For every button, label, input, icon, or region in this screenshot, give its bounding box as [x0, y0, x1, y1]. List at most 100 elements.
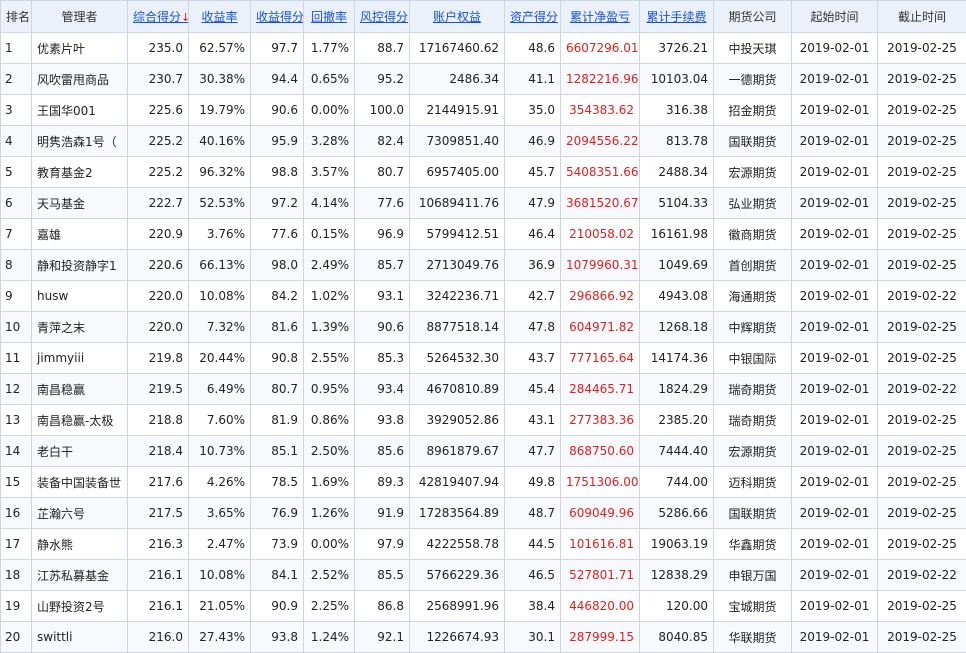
- cell-total-score: 219.8: [128, 343, 189, 374]
- table-row: 5教育基金2225.296.32%98.83.57%80.76957405.00…: [1, 157, 966, 188]
- cell-return-rate: 2.47%: [189, 529, 251, 560]
- cell-total-score: 220.0: [128, 312, 189, 343]
- cell-manager[interactable]: 江苏私募基金: [32, 560, 128, 591]
- cell-manager[interactable]: 明隽浩森1号（: [32, 126, 128, 157]
- table-row: 7嘉雄220.93.76%77.60.15%96.95799412.5146.4…: [1, 219, 966, 250]
- cell-total-score: 225.2: [128, 126, 189, 157]
- cell-start: 2019-02-01: [792, 498, 878, 529]
- cell-equity: 1226674.93: [410, 622, 505, 653]
- cell-drawdown: 0.65%: [304, 64, 355, 95]
- cell-fees: 10103.04: [640, 64, 714, 95]
- cell-rank: 2: [1, 64, 32, 95]
- cell-manager[interactable]: 南昌稳赢: [32, 374, 128, 405]
- table-row: 10青萍之末220.07.32%81.61.39%90.68877518.144…: [1, 312, 966, 343]
- cell-rank: 4: [1, 126, 32, 157]
- cell-end: 2019-02-25: [878, 498, 966, 529]
- cell-return-rate: 7.32%: [189, 312, 251, 343]
- cell-manager[interactable]: 优素片叶: [32, 33, 128, 64]
- table-row: 15装备中国装备世217.64.26%78.51.69%89.342819407…: [1, 467, 966, 498]
- column-header-drawdown[interactable]: 回撤率: [304, 1, 355, 33]
- cell-asset-score: 49.8: [505, 467, 561, 498]
- cell-fees: 2385.20: [640, 405, 714, 436]
- column-header-equity[interactable]: 账户权益: [410, 1, 505, 33]
- cell-manager[interactable]: 静水熊: [32, 529, 128, 560]
- cell-end: 2019-02-22: [878, 374, 966, 405]
- table-header: 排名管理者综合得分↓收益率收益得分回撤率风控得分账户权益资产得分累计净盈亏累计手…: [1, 1, 966, 33]
- cell-drawdown: 1.77%: [304, 33, 355, 64]
- cell-return-rate: 4.26%: [189, 467, 251, 498]
- cell-manager[interactable]: swittli: [32, 622, 128, 653]
- cell-manager[interactable]: 山野投资2号: [32, 591, 128, 622]
- cell-manager[interactable]: 静和投资静字1: [32, 250, 128, 281]
- cell-manager[interactable]: 嘉雄: [32, 219, 128, 250]
- cell-drawdown: 1.39%: [304, 312, 355, 343]
- cell-rank: 6: [1, 188, 32, 219]
- cell-rank: 1: [1, 33, 32, 64]
- cell-manager[interactable]: 天马基金: [32, 188, 128, 219]
- cell-end: 2019-02-25: [878, 436, 966, 467]
- cell-net-profit: 446820.00: [561, 591, 640, 622]
- cell-fees: 14174.36: [640, 343, 714, 374]
- cell-return-rate: 10.73%: [189, 436, 251, 467]
- column-header-risk-score[interactable]: 风控得分: [355, 1, 410, 33]
- cell-start: 2019-02-01: [792, 219, 878, 250]
- cell-manager[interactable]: 南昌稳赢-太极: [32, 405, 128, 436]
- cell-net-profit: 1079960.31: [561, 250, 640, 281]
- cell-fees: 316.38: [640, 95, 714, 126]
- cell-risk-score: 93.4: [355, 374, 410, 405]
- cell-risk-score: 93.1: [355, 281, 410, 312]
- column-header-fees[interactable]: 累计手续费: [640, 1, 714, 33]
- column-header-total-score[interactable]: 综合得分↓: [128, 1, 189, 33]
- column-header-return-score[interactable]: 收益得分: [251, 1, 304, 33]
- cell-total-score: 218.4: [128, 436, 189, 467]
- cell-start: 2019-02-01: [792, 467, 878, 498]
- cell-manager[interactable]: jimmyiii: [32, 343, 128, 374]
- cell-start: 2019-02-01: [792, 250, 878, 281]
- column-header-start: 起始时间: [792, 1, 878, 33]
- cell-equity: 8877518.14: [410, 312, 505, 343]
- column-header-net-profit[interactable]: 累计净盈亏: [561, 1, 640, 33]
- cell-risk-score: 97.9: [355, 529, 410, 560]
- cell-manager[interactable]: 老白干: [32, 436, 128, 467]
- cell-asset-score: 44.5: [505, 529, 561, 560]
- cell-drawdown: 4.14%: [304, 188, 355, 219]
- cell-drawdown: 0.00%: [304, 95, 355, 126]
- cell-start: 2019-02-01: [792, 95, 878, 126]
- cell-risk-score: 80.7: [355, 157, 410, 188]
- header-row: 排名管理者综合得分↓收益率收益得分回撤率风控得分账户权益资产得分累计净盈亏累计手…: [1, 1, 966, 33]
- cell-net-profit: 6607296.01: [561, 33, 640, 64]
- cell-manager[interactable]: 风吹雷甩商品: [32, 64, 128, 95]
- cell-manager[interactable]: 教育基金2: [32, 157, 128, 188]
- cell-end: 2019-02-25: [878, 126, 966, 157]
- cell-return-rate: 20.44%: [189, 343, 251, 374]
- cell-return-rate: 21.05%: [189, 591, 251, 622]
- cell-manager[interactable]: 装备中国装备世: [32, 467, 128, 498]
- cell-equity: 5799412.51: [410, 219, 505, 250]
- sort-desc-icon: ↓: [181, 11, 188, 24]
- cell-manager[interactable]: husw: [32, 281, 128, 312]
- cell-equity: 2568991.96: [410, 591, 505, 622]
- cell-asset-score: 47.7: [505, 436, 561, 467]
- cell-broker: 申银万国: [714, 560, 792, 591]
- cell-drawdown: 3.28%: [304, 126, 355, 157]
- cell-manager[interactable]: 芷瀚六号: [32, 498, 128, 529]
- cell-return-rate: 62.57%: [189, 33, 251, 64]
- cell-manager[interactable]: 青萍之末: [32, 312, 128, 343]
- cell-start: 2019-02-01: [792, 312, 878, 343]
- cell-return-score: 90.9: [251, 591, 304, 622]
- cell-equity: 6957405.00: [410, 157, 505, 188]
- cell-risk-score: 91.9: [355, 498, 410, 529]
- column-header-end: 截止时间: [878, 1, 966, 33]
- cell-drawdown: 2.55%: [304, 343, 355, 374]
- column-header-asset-score[interactable]: 资产得分: [505, 1, 561, 33]
- column-header-return-rate[interactable]: 收益率: [189, 1, 251, 33]
- cell-equity: 8961879.67: [410, 436, 505, 467]
- column-header-label: 风控得分: [360, 10, 408, 24]
- cell-net-profit: 210058.02: [561, 219, 640, 250]
- cell-equity: 7309851.40: [410, 126, 505, 157]
- cell-total-score: 220.9: [128, 219, 189, 250]
- cell-fees: 120.00: [640, 591, 714, 622]
- cell-manager[interactable]: 王国华001: [32, 95, 128, 126]
- cell-fees: 5286.66: [640, 498, 714, 529]
- cell-broker: 迈科期货: [714, 467, 792, 498]
